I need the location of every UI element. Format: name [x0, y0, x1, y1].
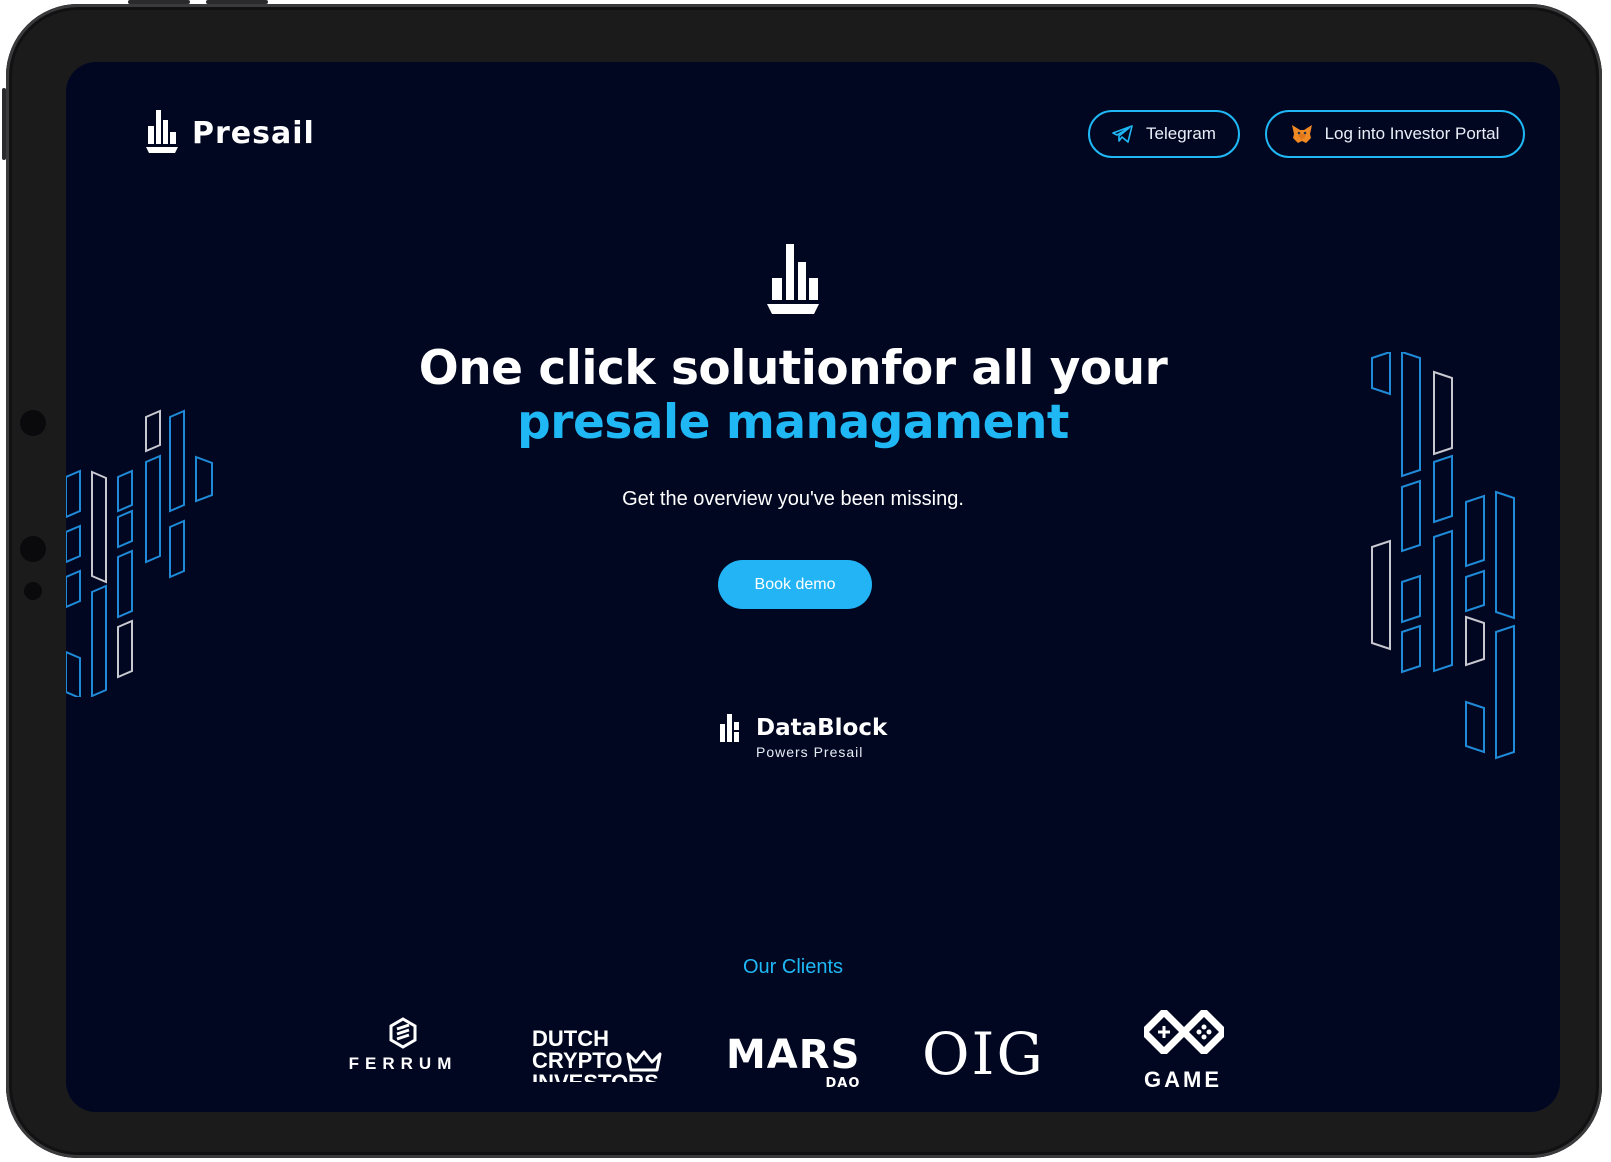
- tablet-frame: Presail Telegram Log into Investor Porta…: [2, 0, 1602, 1158]
- book-demo-button[interactable]: Book demo: [718, 560, 872, 609]
- hardware-button: [206, 0, 268, 4]
- presail-logo-icon: [767, 244, 819, 314]
- hero-headline: One click solutionfor all your presale m…: [66, 342, 1520, 450]
- clients-title: Our Clients: [742, 956, 844, 978]
- decorative-bars-left: [66, 409, 213, 697]
- camera-dot: [24, 582, 42, 600]
- ferrum-name: FERRUM: [348, 1054, 458, 1073]
- headline-line2: presale managament: [517, 395, 1069, 450]
- client-ferrum-logo: FERRUM: [348, 1017, 458, 1074]
- hardware-button: [2, 88, 6, 160]
- camera-dot: [20, 410, 46, 436]
- hero-subline: Get the overview you've been missing.: [622, 488, 964, 510]
- datablock-badge[interactable]: DataBlock Powers Presail: [720, 714, 887, 760]
- datablock-logo-icon: [720, 714, 739, 742]
- investor-portal-button[interactable]: Log into Investor Portal: [1265, 110, 1525, 158]
- datablock-title: DataBlock: [756, 715, 888, 741]
- dutch-line3: INVESTORS: [532, 1072, 662, 1082]
- brand-logo[interactable]: Presail: [146, 110, 315, 156]
- ferrum-icon: [389, 1017, 417, 1049]
- mars-name: MARS: [726, 1032, 861, 1078]
- brand-name: Presail: [192, 115, 315, 151]
- game-icon: [1139, 1007, 1229, 1057]
- dutch-line1: DUTCH: [532, 1026, 609, 1051]
- camera-dot: [20, 536, 46, 562]
- metamask-fox-icon: [1291, 125, 1312, 143]
- crown-icon: [626, 1050, 662, 1072]
- headline-line1: One click solutionfor all your: [418, 341, 1168, 396]
- client-oig-logo: OIG: [922, 1020, 1045, 1088]
- oig-name: OIG: [922, 1020, 1045, 1088]
- client-mars-dao-logo: MARS DAO: [726, 1032, 861, 1091]
- client-dutch-crypto-logo: DUTCH CRYPTO INVESTORS: [532, 1028, 662, 1082]
- telegram-icon: [1112, 125, 1133, 143]
- telegram-button[interactable]: Telegram: [1088, 110, 1240, 158]
- game-name: GAME: [1144, 1067, 1222, 1092]
- hardware-button: [128, 0, 190, 4]
- screen: Presail Telegram Log into Investor Porta…: [66, 62, 1560, 1112]
- telegram-label: Telegram: [1146, 124, 1216, 143]
- dutch-line2: CRYPTO: [532, 1048, 623, 1073]
- presail-logo-icon: [146, 110, 178, 153]
- client-game-logo: GAME: [1139, 1007, 1229, 1093]
- datablock-subtitle: Powers Presail: [756, 744, 864, 760]
- investor-portal-label: Log into Investor Portal: [1324, 124, 1500, 143]
- mars-sub: DAO: [825, 1076, 861, 1091]
